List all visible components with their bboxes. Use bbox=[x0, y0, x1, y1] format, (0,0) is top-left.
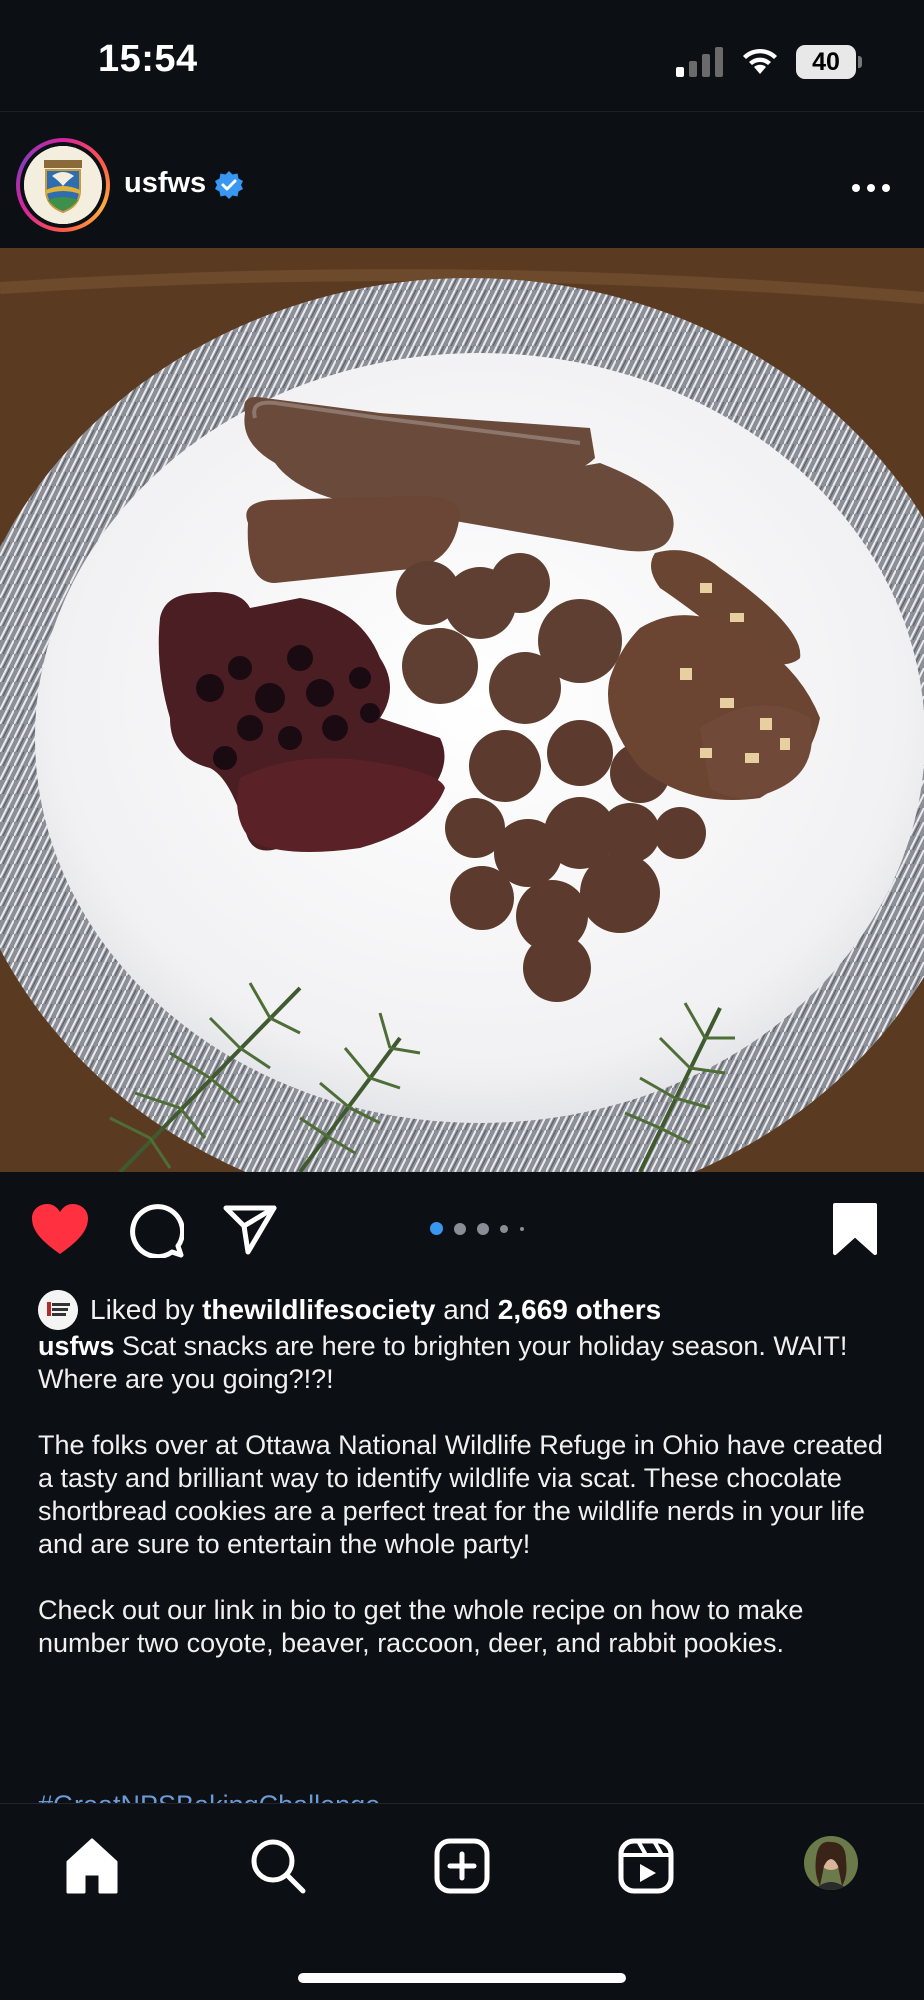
likes-count[interactable]: 2,669 others bbox=[498, 1294, 661, 1325]
bottom-tab-bar bbox=[0, 1803, 924, 2000]
caption-paragraph-1: Scat snacks are here to brighten your ho… bbox=[38, 1331, 848, 1394]
caption-username[interactable]: usfws bbox=[38, 1331, 115, 1361]
post-header: usfws bbox=[0, 112, 924, 248]
liker-username[interactable]: thewildlifesociety bbox=[202, 1294, 435, 1325]
bookmark-icon[interactable] bbox=[832, 1202, 878, 1256]
status-time: 15:54 bbox=[98, 38, 198, 80]
cellular-signal-icon bbox=[676, 47, 723, 77]
search-icon[interactable] bbox=[248, 1836, 308, 1896]
home-icon[interactable] bbox=[62, 1836, 122, 1896]
profile-avatar[interactable] bbox=[802, 1834, 860, 1892]
heart-icon[interactable] bbox=[30, 1202, 90, 1256]
more-options-icon[interactable] bbox=[846, 172, 896, 202]
post-username[interactable]: usfws bbox=[124, 167, 206, 200]
post-photo[interactable] bbox=[0, 248, 924, 1172]
wifi-icon bbox=[743, 48, 777, 74]
post-actions bbox=[0, 1172, 924, 1290]
likes-row[interactable]: Liked by thewildlifesociety and 2,669 ot… bbox=[38, 1290, 898, 1330]
caption-paragraph-2: The folks over at Ottawa National Wildli… bbox=[38, 1430, 883, 1559]
battery-icon: 40 bbox=[796, 45, 862, 79]
battery-level: 40 bbox=[796, 45, 856, 79]
carousel-indicator bbox=[430, 1222, 540, 1236]
likes-text: Liked by thewildlifesociety and 2,669 ot… bbox=[90, 1294, 662, 1325]
usfws-logo bbox=[24, 146, 102, 224]
reels-icon[interactable] bbox=[616, 1836, 676, 1896]
verified-badge-icon bbox=[215, 171, 243, 199]
story-ring-avatar[interactable] bbox=[16, 138, 110, 232]
home-indicator bbox=[298, 1973, 626, 1983]
create-icon[interactable] bbox=[432, 1836, 492, 1896]
post-caption: usfws Scat snacks are here to brighten y… bbox=[38, 1330, 898, 1693]
comment-icon[interactable] bbox=[128, 1202, 184, 1258]
share-icon[interactable] bbox=[222, 1204, 278, 1256]
liker-avatar bbox=[38, 1290, 78, 1330]
status-bar: 15:54 40 bbox=[0, 0, 924, 112]
caption-paragraph-3: Check out our link in bio to get the who… bbox=[38, 1595, 804, 1658]
